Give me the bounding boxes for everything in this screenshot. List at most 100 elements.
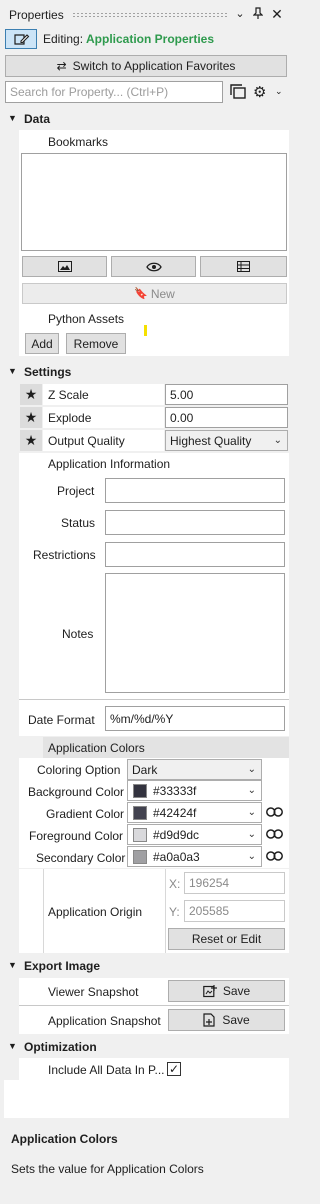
application-snapshot-save-button[interactable]: Save bbox=[168, 1009, 285, 1031]
section-data-title: Data bbox=[24, 112, 51, 126]
app-info-header: Application Information bbox=[48, 457, 171, 471]
coloring-option-select[interactable]: Dark ⌄ bbox=[127, 759, 262, 780]
bookmark-view-button[interactable] bbox=[111, 256, 196, 277]
divider bbox=[19, 1005, 289, 1006]
restrictions-input[interactable] bbox=[105, 542, 285, 567]
link-icon[interactable] bbox=[266, 827, 283, 842]
description-panel bbox=[0, 1118, 291, 1204]
search-input[interactable]: Search for Property... (Ctrl+P) bbox=[5, 81, 223, 103]
section-data-header[interactable]: ▼ Data bbox=[0, 108, 291, 130]
gear-chevron-down-icon[interactable]: ⌄ bbox=[275, 86, 283, 97]
link-icon[interactable] bbox=[266, 849, 283, 864]
gradient-color-value: #42424f bbox=[153, 805, 197, 820]
description-text: Sets the value for Application Colors bbox=[11, 1162, 204, 1176]
chevron-down-icon: ▼ bbox=[8, 113, 17, 123]
origin-y-value: 205585 bbox=[189, 904, 230, 918]
date-format-label: Date Format bbox=[28, 713, 95, 727]
remove-label: Remove bbox=[73, 336, 119, 351]
chevron-down-icon: ⌄ bbox=[247, 851, 256, 862]
chevron-down-icon: ⌄ bbox=[247, 764, 256, 775]
add-python-asset-button[interactable]: Add bbox=[25, 333, 59, 354]
origin-x-value: 196254 bbox=[189, 876, 230, 890]
favorite-star-icon[interactable]: ★ bbox=[20, 407, 42, 428]
reset-or-edit-label: Reset or Edit bbox=[191, 932, 262, 946]
chevron-down-icon: ⌄ bbox=[247, 807, 256, 818]
project-label: Project bbox=[57, 484, 95, 498]
secondary-color-value: #a0a0a3 bbox=[153, 849, 200, 864]
favorite-star-icon[interactable]: ★ bbox=[20, 430, 42, 451]
section-settings-title: Settings bbox=[24, 365, 72, 379]
section-settings-header[interactable]: ▼ Settings bbox=[0, 361, 291, 383]
coloring-option-value: Dark bbox=[132, 762, 158, 777]
favorite-star-icon[interactable]: ★ bbox=[20, 384, 42, 405]
gradient-color-select[interactable]: #42424f ⌄ bbox=[127, 802, 262, 823]
output-quality-select[interactable]: Highest Quality ⌄ bbox=[165, 430, 288, 451]
background-color-value: #33333f bbox=[153, 783, 197, 798]
project-input[interactable] bbox=[105, 478, 285, 503]
notes-label: Notes bbox=[62, 627, 94, 641]
bookmark-image-button[interactable] bbox=[22, 256, 107, 277]
bookmark-list-button[interactable] bbox=[200, 256, 287, 277]
edit-selection-button[interactable] bbox=[5, 29, 37, 49]
origin-y-input[interactable]: 205585 bbox=[184, 900, 285, 922]
bookmark-new-label: New bbox=[150, 286, 175, 301]
drag-grip[interactable] bbox=[72, 12, 229, 18]
z-scale-input[interactable]: 5.00 bbox=[165, 384, 288, 405]
remove-python-asset-button[interactable]: Remove bbox=[66, 333, 126, 354]
switch-favorites-label: Switch to Application Favorites bbox=[72, 59, 236, 73]
color-swatch bbox=[133, 805, 147, 820]
image-icon bbox=[57, 261, 72, 272]
color-swatch bbox=[133, 827, 147, 842]
color-swatch bbox=[133, 849, 147, 864]
edit-icon bbox=[14, 34, 30, 45]
origin-x-label: X: bbox=[169, 877, 181, 891]
swap-icon: ⇄ bbox=[56, 59, 67, 73]
date-format-value: %m/%d/%Y bbox=[110, 711, 174, 726]
background-color-select[interactable]: #33333f ⌄ bbox=[127, 780, 262, 801]
section-export-image-title: Export Image bbox=[24, 959, 101, 973]
chevron-down-icon[interactable]: ⌄ bbox=[233, 7, 247, 21]
pin-icon[interactable] bbox=[251, 7, 265, 21]
bookmarks-list[interactable] bbox=[21, 153, 287, 251]
close-icon[interactable]: ✕ bbox=[270, 7, 284, 21]
python-assets-label: Python Assets bbox=[48, 312, 125, 326]
foreground-color-select[interactable]: #d9d9dc ⌄ bbox=[127, 824, 262, 845]
section-optimization-header[interactable]: ▼ Optimization bbox=[0, 1036, 291, 1058]
reset-or-edit-button[interactable]: Reset or Edit bbox=[168, 928, 285, 950]
date-format-input[interactable]: %m/%d/%Y bbox=[105, 706, 285, 731]
status-label: Status bbox=[61, 516, 96, 530]
bookmark-add-icon: 🔖 bbox=[134, 288, 148, 300]
output-quality-label: Output Quality bbox=[48, 434, 125, 448]
empty-grid-area bbox=[4, 1080, 289, 1118]
explode-label: Explode bbox=[48, 411, 92, 425]
include-all-data-checkbox[interactable]: ✓ bbox=[167, 1062, 181, 1076]
snapshot-icon bbox=[203, 984, 217, 997]
search-placeholder: Search for Property... (Ctrl+P) bbox=[10, 85, 169, 99]
color-swatch bbox=[133, 783, 147, 798]
application-snapshot-label: Application Snapshot bbox=[48, 1014, 161, 1028]
copy-icon[interactable] bbox=[229, 84, 247, 103]
chevron-down-icon: ▼ bbox=[8, 366, 17, 376]
notes-textarea[interactable] bbox=[105, 573, 285, 693]
viewer-snapshot-save-button[interactable]: Save bbox=[168, 980, 285, 1002]
file-add-icon bbox=[203, 1013, 215, 1027]
link-icon[interactable] bbox=[266, 805, 283, 820]
secondary-color-select[interactable]: #a0a0a3 ⌄ bbox=[127, 846, 262, 867]
chevron-down-icon: ⌄ bbox=[273, 435, 282, 446]
gear-icon[interactable]: ⚙ bbox=[253, 83, 266, 101]
switch-favorites-button[interactable]: ⇄ Switch to Application Favorites bbox=[5, 55, 287, 77]
explode-input[interactable]: 0.00 bbox=[165, 407, 288, 428]
chevron-down-icon: ⌄ bbox=[247, 829, 256, 840]
origin-x-input[interactable]: 196254 bbox=[184, 872, 285, 894]
add-label: Add bbox=[31, 336, 53, 351]
editing-value: Application Properties bbox=[86, 32, 215, 46]
section-export-image-header[interactable]: ▼ Export Image bbox=[0, 955, 291, 977]
viewer-snapshot-label: Viewer Snapshot bbox=[48, 985, 139, 999]
bookmarks-label: Bookmarks bbox=[48, 135, 109, 149]
status-input[interactable] bbox=[105, 510, 285, 535]
chevron-down-icon: ⌄ bbox=[247, 785, 256, 796]
editing-label: Editing: bbox=[43, 32, 84, 46]
bookmark-new-button[interactable]: 🔖 New bbox=[22, 283, 287, 304]
background-color-label: Background Color bbox=[28, 785, 125, 799]
divider bbox=[165, 869, 166, 953]
